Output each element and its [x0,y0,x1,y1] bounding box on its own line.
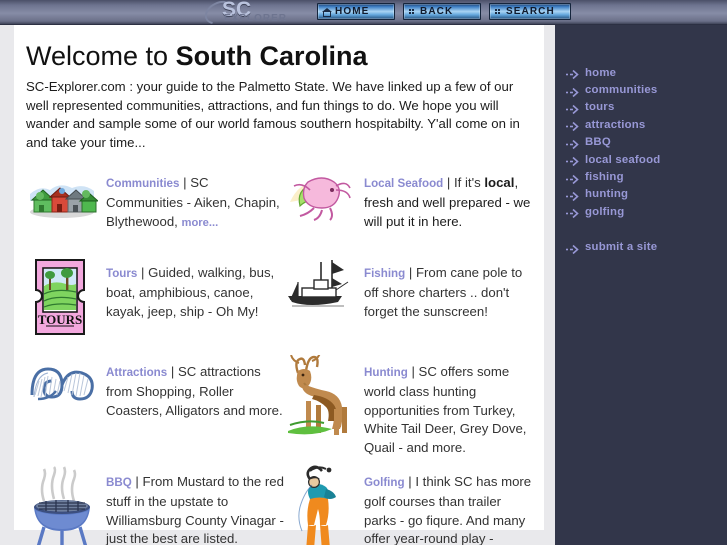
page-title-bold: South Carolina [175,41,368,71]
sidebar-label-tours: tours [585,101,615,114]
seafood-emphasis: local [484,175,515,191]
sidebar-label-golfing: golfing [585,205,625,218]
golfer-icon[interactable] [284,465,358,545]
sidebar-label-home: home [585,66,617,79]
category-item-golfing: Golfing | I think SC has more golf cours… [284,465,536,545]
nav-button-group: Home Back Search [317,3,571,20]
category-item-local-seafood: Local Seafood | If it's local, fresh and… [284,166,536,256]
link-tours[interactable]: Tours [106,267,137,280]
sidebar-item-golfing[interactable]: golfing [555,203,727,220]
category-text-local-seafood: Local Seafood | If it's local, fresh and… [364,166,536,231]
sidebar-label-fishing: fishing [585,171,624,184]
category-item-communities: Communities | SC Communities - Aiken, Ch… [26,166,284,256]
sidebar-label-local-seafood: local seafood [585,153,661,166]
link-local-seafood[interactable]: Local Seafood [364,177,443,190]
roller-coaster-icon[interactable] [26,355,100,413]
back-button[interactable]: Back [403,3,481,20]
dashed-arrow-icon [565,137,585,149]
tours-ticket-icon[interactable]: TOURS [26,256,100,338]
link-communities-more[interactable]: more... [182,217,219,229]
sidebar-label-bbq: BBQ [585,136,611,149]
category-text-tours: Tours | Guided, walking, bus, boat, amph… [106,256,284,321]
seafood-description-before: | If it's [443,175,485,191]
dashed-arrow-icon [565,154,585,167]
deer-icon[interactable] [284,355,358,441]
sidebar-item-fishing[interactable]: fishing [555,168,727,185]
sidebar-item-tours[interactable]: tours [555,99,727,116]
intro-paragraph: SC-Explorer.com : your guide to the Palm… [26,79,520,150]
site-logo[interactable]: SC EXPLORER [178,0,313,25]
category-item-bbq: BBQ | From Mustard to the red stuff in t… [26,465,284,545]
dashed-arrow-icon [565,102,585,115]
sidebar-item-submit-a-site[interactable]: submit a site [555,239,727,256]
search-button-label: Search [506,5,555,17]
bbq-description: | From Mustard to the red stuff in the u… [106,474,284,545]
sidebar-item-bbq[interactable]: BBQ [555,134,727,151]
home-button[interactable]: Home [317,3,395,20]
content-sidebar-gutter [544,25,555,545]
link-golfing[interactable]: Golfing [364,476,405,489]
dots-icon [409,8,416,16]
dashed-arrow-icon [565,189,585,202]
dashed-arrow-icon [565,206,585,219]
home-button-label: Home [335,5,370,17]
category-text-fishing: Fishing | From cane pole to off shore ch… [364,256,536,321]
sidebar-label-attractions: attractions [585,118,646,131]
top-navigation-bar: SC EXPLORER Home Back Search [0,0,727,25]
category-item-fishing: Fishing | From cane pole to off shore ch… [284,256,536,355]
category-item-hunting: Hunting | SC offers some world class hun… [284,355,536,465]
sidebar-spacer [555,221,727,239]
category-item-tours: TOURS Tours | Guided, walking, bus, boat… [26,256,284,355]
dots-icon [495,8,502,16]
category-item-attractions: Attractions | SC attractions from Shoppi… [26,355,284,465]
svg-text:TOURS: TOURS [38,312,83,327]
link-fishing[interactable]: Fishing [364,267,405,280]
back-button-label: Back [420,5,454,17]
house-icon [322,7,332,17]
sidebar-item-hunting[interactable]: hunting [555,186,727,203]
search-button[interactable]: Search [489,3,571,20]
logo-sub-text: EXPLORER [224,13,288,24]
main-content-panel: Welcome to South Carolina SC-Explorer.co… [14,25,544,545]
page-title: Welcome to South Carolina [14,25,544,71]
fishing-boat-icon[interactable] [284,256,358,316]
shrimp-icon[interactable] [284,166,358,222]
left-margin [0,25,14,545]
sidebar-item-communities[interactable]: communities [555,81,727,98]
category-text-communities: Communities | SC Communities - Aiken, Ch… [106,166,284,232]
sidebar-menu-list: home communities tours attractions BBQ l… [555,25,727,256]
sidebar-label-communities: communities [585,84,658,97]
page-title-plain: Welcome to [26,41,176,71]
sidebar-navigation: home communities tours attractions BBQ l… [555,25,727,545]
sidebar-label-submit-a-site: submit a site [585,241,658,254]
link-attractions[interactable]: Attractions [106,366,167,379]
dashed-arrow-icon [565,242,585,254]
category-text-attractions: Attractions | SC attractions from Shoppi… [106,355,284,420]
dashed-arrow-icon [565,172,585,184]
sidebar-item-local-seafood[interactable]: local seafood [555,151,727,168]
sidebar-item-home[interactable]: home [555,64,727,81]
category-grid: Communities | SC Communities - Aiken, Ch… [14,166,544,545]
category-text-golfing: Golfing | I think SC has more golf cours… [364,465,536,545]
houses-village-icon[interactable] [26,166,100,220]
dashed-arrow-icon [565,67,585,80]
sidebar-item-attractions[interactable]: attractions [555,116,727,133]
page-root: SC EXPLORER Home Back Search Welcome to … [0,0,727,545]
link-communities[interactable]: Communities [106,177,179,190]
dashed-arrow-icon [565,119,585,132]
category-text-bbq: BBQ | From Mustard to the red stuff in t… [106,465,284,545]
dashed-arrow-icon [565,85,585,97]
category-text-hunting: Hunting | SC offers some world class hun… [364,355,536,457]
link-hunting[interactable]: Hunting [364,366,408,379]
grill-icon[interactable] [26,465,100,545]
link-bbq[interactable]: BBQ [106,476,132,489]
sidebar-label-hunting: hunting [585,188,629,201]
